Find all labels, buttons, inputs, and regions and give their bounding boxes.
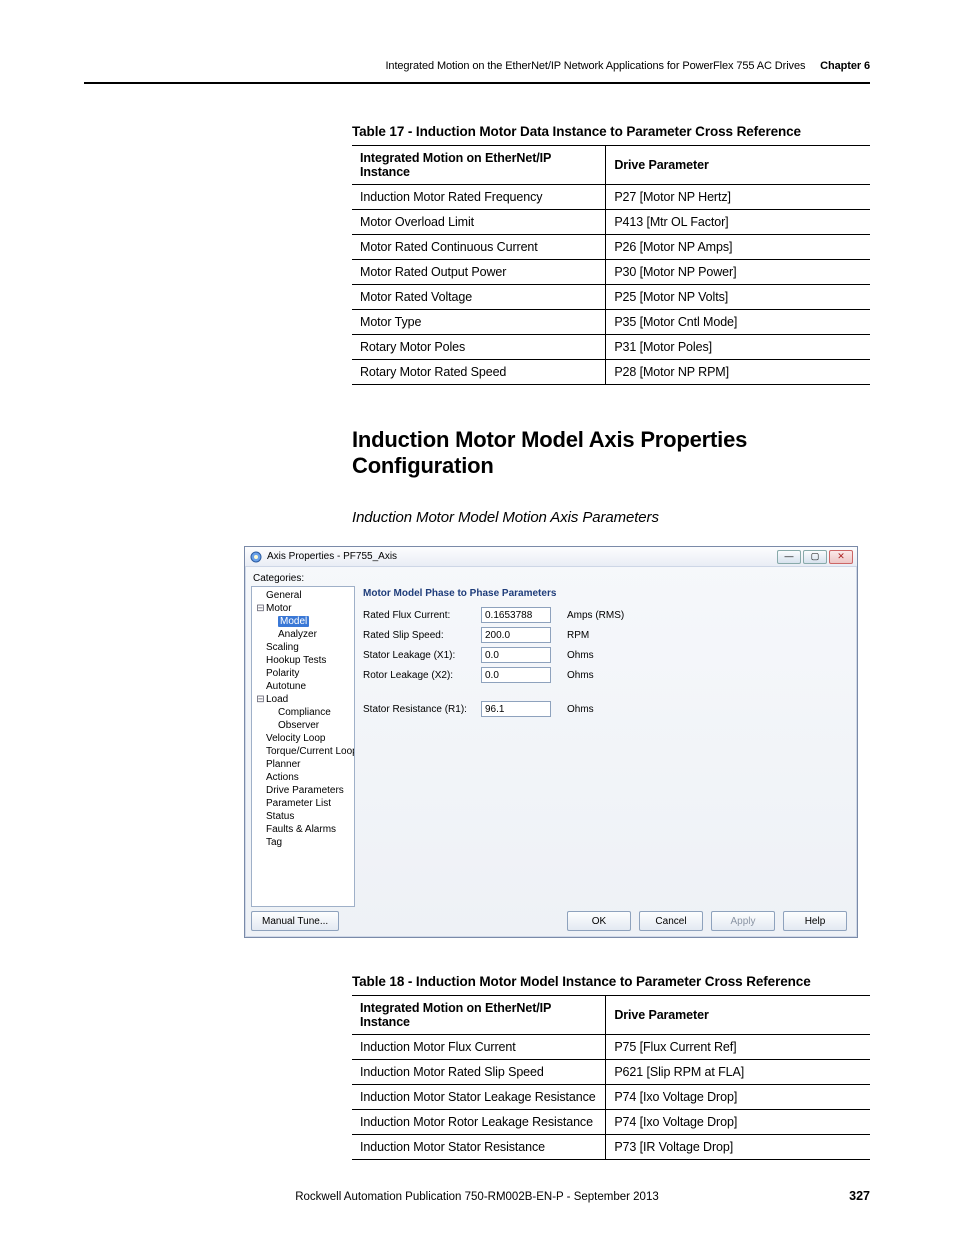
tree-torque[interactable]: Torque/Current Loop [254,745,352,758]
parameters-panel: Motor Model Phase to Phase Parameters Ra… [361,586,851,907]
tree-scaling[interactable]: Scaling [254,641,352,654]
table-row: Induction Motor Stator Leakage Resistanc… [352,1085,870,1110]
footer-publication: Rockwell Automation Publication 750-RM00… [0,1191,954,1203]
table-row: Induction Motor Rotor Leakage Resistance… [352,1110,870,1135]
x2-input[interactable] [481,667,551,683]
r1-label: Stator Resistance (R1): [363,704,481,715]
table-row: Rotary Motor Rated SpeedP28 [Motor NP RP… [352,360,870,385]
table18: Integrated Motion on EtherNet/IP Instanc… [352,995,870,1160]
tree-motor[interactable]: ⊟Motor [254,602,352,615]
running-header: Integrated Motion on the EtherNet/IP Net… [84,60,870,72]
r1-input[interactable] [481,701,551,717]
tree-velocity[interactable]: Velocity Loop [254,732,352,745]
apply-button[interactable]: Apply [711,911,775,931]
tree-model[interactable]: Model [254,615,352,628]
slip-input[interactable] [481,627,551,643]
x2-unit: Ohms [567,670,637,681]
table-row: Motor TypeP35 [Motor Cntl Mode] [352,310,870,335]
header-rule [84,82,870,84]
x2-label: Rotor Leakage (X2): [363,670,481,681]
flux-unit: Amps (RMS) [567,610,637,621]
tree-tag[interactable]: Tag [254,836,352,849]
table-row: Induction Motor Rated FrequencyP27 [Moto… [352,185,870,210]
categories-tree[interactable]: General ⊟Motor Model Analyzer Scaling Ho… [251,586,355,907]
table17-caption: Table 17 - Induction Motor Data Instance… [352,124,870,139]
table18-head1: Integrated Motion on EtherNet/IP Instanc… [352,996,606,1035]
tree-load[interactable]: ⊟Load [254,693,352,706]
tree-drive-params[interactable]: Drive Parameters [254,784,352,797]
tree-compliance[interactable]: Compliance [254,706,352,719]
dialog-titlebar: Axis Properties - PF755_Axis — ▢ ✕ [245,547,857,567]
tree-faults[interactable]: Faults & Alarms [254,823,352,836]
tree-polarity[interactable]: Polarity [254,667,352,680]
table18-head2: Drive Parameter [606,996,870,1035]
categories-label: Categories: [253,573,851,584]
header-title: Integrated Motion on the EtherNet/IP Net… [385,60,805,72]
close-button[interactable]: ✕ [829,550,853,564]
table-row: Rotary Motor PolesP31 [Motor Poles] [352,335,870,360]
x1-label: Stator Leakage (X1): [363,650,481,661]
table-row: Induction Motor Flux CurrentP75 [Flux Cu… [352,1035,870,1060]
slip-label: Rated Slip Speed: [363,630,481,641]
table17-head1: Integrated Motion on EtherNet/IP Instanc… [352,146,606,185]
page-number: 327 [849,1189,870,1203]
section-heading: Induction Motor Model Axis Properties Co… [352,427,870,479]
table-row: Motor Overload LimitP413 [Mtr OL Factor] [352,210,870,235]
tree-status[interactable]: Status [254,810,352,823]
table17: Integrated Motion on EtherNet/IP Instanc… [352,145,870,385]
app-icon [249,550,263,564]
table-row: Motor Rated Output PowerP30 [Motor NP Po… [352,260,870,285]
tree-general[interactable]: General [254,589,352,602]
tree-observer[interactable]: Observer [254,719,352,732]
tree-actions[interactable]: Actions [254,771,352,784]
minimize-button[interactable]: — [777,550,801,564]
x1-unit: Ohms [567,650,637,661]
help-button[interactable]: Help [783,911,847,931]
slip-unit: RPM [567,630,637,641]
table18-caption: Table 18 - Induction Motor Model Instanc… [352,974,870,989]
flux-label: Rated Flux Current: [363,610,481,621]
tree-hookup[interactable]: Hookup Tests [254,654,352,667]
table-row: Induction Motor Stator ResistanceP73 [IR… [352,1135,870,1160]
ok-button[interactable]: OK [567,911,631,931]
axis-properties-dialog: Axis Properties - PF755_Axis — ▢ ✕ Categ… [244,546,858,938]
header-chapter: Chapter 6 [820,60,870,72]
flux-input[interactable] [481,607,551,623]
cancel-button[interactable]: Cancel [639,911,703,931]
table-row: Motor Rated Continuous CurrentP26 [Motor… [352,235,870,260]
table-row: Induction Motor Rated Slip SpeedP621 [Sl… [352,1060,870,1085]
tree-analyzer[interactable]: Analyzer [254,628,352,641]
table-row: Motor Rated VoltageP25 [Motor NP Volts] [352,285,870,310]
tree-param-list[interactable]: Parameter List [254,797,352,810]
tree-autotune[interactable]: Autotune [254,680,352,693]
maximize-button[interactable]: ▢ [803,550,827,564]
manual-tune-button[interactable]: Manual Tune... [251,911,339,931]
table17-head2: Drive Parameter [606,146,870,185]
panel-title: Motor Model Phase to Phase Parameters [363,588,849,599]
r1-unit: Ohms [567,704,637,715]
x1-input[interactable] [481,647,551,663]
dialog-title: Axis Properties - PF755_Axis [267,551,777,562]
section-subheading: Induction Motor Model Motion Axis Parame… [352,509,870,526]
tree-planner[interactable]: Planner [254,758,352,771]
